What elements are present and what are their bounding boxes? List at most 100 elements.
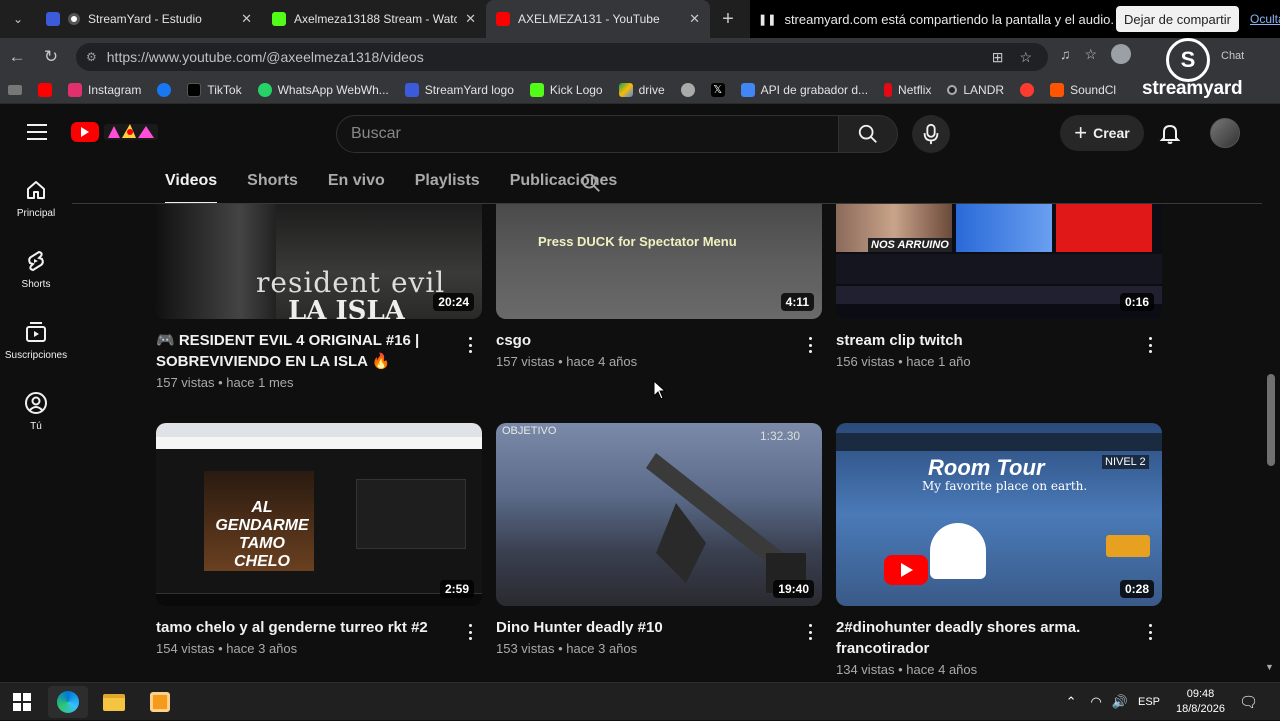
taskbar-edge[interactable] xyxy=(48,686,88,718)
media-icon[interactable]: ♫ xyxy=(1060,46,1071,62)
video-thumbnail[interactable]: OBJETIVO 1:32.30 19:40 xyxy=(496,423,822,606)
notifications-bell-icon[interactable] xyxy=(1158,121,1182,145)
tab-live[interactable]: En vivo xyxy=(328,162,385,204)
bookmark-x[interactable]: 𝕏 xyxy=(703,76,733,104)
bookmark-tiktok[interactable]: TikTok xyxy=(179,76,249,104)
bookmark-instagram[interactable]: Instagram xyxy=(60,76,149,104)
bookmark-soundcloud[interactable]: SoundCl xyxy=(1042,76,1124,104)
video-meta: 153 vistas • hace 3 años xyxy=(496,641,638,656)
video-card[interactable]: Room Tour My favorite place on earth. NI… xyxy=(836,423,1162,677)
video-thumbnail[interactable]: Room Tour My favorite place on earth. NI… xyxy=(836,423,1162,606)
start-button[interactable] xyxy=(2,686,42,718)
chat-label[interactable]: Chat xyxy=(1221,50,1244,62)
video-thumbnail[interactable]: resident evil LA ISLA 20:24 xyxy=(156,204,482,319)
video-card[interactable]: OBJETIVO 1:32.30 19:40 Dino Hunter deadl… xyxy=(496,423,822,656)
whatsapp-icon xyxy=(257,82,272,97)
more-actions-icon[interactable] xyxy=(808,624,812,640)
tab-playlists[interactable]: Playlists xyxy=(415,162,480,204)
more-actions-icon[interactable] xyxy=(468,624,472,640)
bookmark-red-app[interactable] xyxy=(1012,76,1042,104)
bookmark-label: drive xyxy=(638,82,665,97)
install-app-icon[interactable]: ⊞ xyxy=(992,49,1004,66)
tab-shorts[interactable]: Shorts xyxy=(247,162,298,204)
bookmark-kick[interactable]: Kick Logo xyxy=(522,76,611,104)
bookmark-facebook[interactable] xyxy=(149,76,179,104)
profile-avatar[interactable] xyxy=(1111,44,1132,64)
hide-share-link[interactable]: Ocultar xyxy=(1250,12,1280,26)
menu-icon[interactable] xyxy=(27,124,47,140)
site-info-icon[interactable]: ⚙ xyxy=(86,50,97,64)
bookmark-youtube[interactable] xyxy=(30,76,60,104)
close-icon[interactable]: ✕ xyxy=(465,11,476,27)
tab-youtube[interactable]: AXELMEZA131 - YouTube ✕ xyxy=(486,0,710,38)
video-title[interactable]: Dino Hunter deadly #10 xyxy=(496,617,796,638)
wifi-icon[interactable]: ◠ xyxy=(1090,694,1101,710)
youtube-logo[interactable] xyxy=(71,122,99,142)
video-thumbnail[interactable]: Press DUCK for Spectator Menu 4:11 xyxy=(496,204,822,319)
volume-icon[interactable]: 🔊 xyxy=(1112,694,1128,710)
clock-time: 09:48 xyxy=(1186,688,1215,700)
video-card[interactable]: AL GENDARME TAMO CHELO 2:59 tamo chelo y… xyxy=(156,423,482,656)
chevron-up-icon[interactable]: ⌃ xyxy=(1066,694,1077,710)
video-duration: 20:24 xyxy=(433,293,474,311)
bookmark-label: TikTok xyxy=(207,82,242,97)
bookmark-openai[interactable] xyxy=(673,76,703,104)
close-icon[interactable]: ✕ xyxy=(241,11,252,27)
voice-search-button[interactable] xyxy=(912,115,950,153)
more-actions-icon[interactable] xyxy=(1148,624,1152,640)
more-actions-icon[interactable] xyxy=(1148,337,1152,353)
taskbar-app[interactable] xyxy=(140,686,180,718)
video-title[interactable]: 2#dinohunter deadly shores arma. francot… xyxy=(836,617,1136,659)
video-title[interactable]: tamo chelo y al genderne turreo rkt #2 xyxy=(156,617,456,638)
reload-button[interactable]: ↻ xyxy=(34,40,68,74)
bookmark-api-grabador[interactable]: API de grabador d... xyxy=(733,76,876,104)
bookmark-whatsapp[interactable]: WhatsApp WebWh... xyxy=(250,76,397,104)
stop-sharing-button[interactable]: Dejar de compartir xyxy=(1116,6,1239,32)
bookmark-landr[interactable]: LANDR xyxy=(939,76,1012,104)
bookmark-drive[interactable]: drive xyxy=(611,76,673,104)
bookmark-label: LANDR xyxy=(963,82,1005,97)
scroll-down-arrow-icon[interactable]: ▼ xyxy=(1265,662,1274,672)
tab-videos[interactable]: Videos xyxy=(165,162,218,204)
search-button[interactable] xyxy=(838,115,898,153)
account-avatar[interactable] xyxy=(1210,118,1240,148)
video-card[interactable]: NOS ARRUINO 0:16 stream clip twitch 156 … xyxy=(836,204,1162,369)
video-title[interactable]: csgo xyxy=(496,330,796,351)
windows-taskbar: ⌃ ◠ 🔊 ESP 09:48 18/8/2026 🗨 xyxy=(0,682,1280,720)
taskbar-file-explorer[interactable] xyxy=(94,686,134,718)
url-field[interactable]: ⚙ https://www.youtube.com/@axeelmeza1318… xyxy=(76,43,1048,71)
scrollbar-thumb[interactable] xyxy=(1267,374,1275,466)
taskbar-clock[interactable]: 09:48 18/8/2026 xyxy=(1176,687,1225,717)
channel-search-icon[interactable] xyxy=(580,172,602,194)
new-tab-button[interactable]: + xyxy=(710,0,746,38)
back-button[interactable]: ← xyxy=(0,40,34,74)
create-button[interactable]: + Crear xyxy=(1060,115,1144,151)
tab-streamyard[interactable]: StreamYard - Estudio ✕ xyxy=(36,0,262,38)
tab-search-button[interactable]: ⌄ xyxy=(0,0,36,38)
video-card[interactable]: resident evil LA ISLA 20:24 🎮 RESIDENT E… xyxy=(156,204,482,390)
more-actions-icon[interactable] xyxy=(468,337,472,353)
streamyard-icon xyxy=(404,82,419,97)
video-meta: 157 vistas • hace 4 años xyxy=(496,354,638,369)
page-scrollbar[interactable] xyxy=(1262,204,1280,682)
language-indicator[interactable]: ESP xyxy=(1138,696,1160,708)
app-icon xyxy=(150,692,170,712)
notifications-icon[interactable]: 🗨 xyxy=(1239,693,1258,711)
bookmark-netflix[interactable]: Netflix xyxy=(876,76,939,104)
video-thumbnail[interactable]: NOS ARRUINO 0:16 xyxy=(836,204,1162,319)
video-title[interactable]: stream clip twitch xyxy=(836,330,1136,351)
bookmark-star-icon[interactable]: ☆ xyxy=(1019,49,1032,66)
edge-icon xyxy=(57,691,79,713)
windows-logo-icon xyxy=(13,693,31,711)
tab-kick[interactable]: Axelmeza13188 Stream - Watch Li ✕ xyxy=(262,0,486,38)
thumbnail-overlay-text: OBJETIVO xyxy=(502,425,557,437)
more-actions-icon[interactable] xyxy=(808,337,812,353)
video-card[interactable]: Press DUCK for Spectator Menu 4:11 csgo … xyxy=(496,204,822,369)
favorites-icon[interactable]: ☆ xyxy=(1085,46,1098,63)
video-thumbnail[interactable]: AL GENDARME TAMO CHELO 2:59 xyxy=(156,423,482,606)
close-icon[interactable]: ✕ xyxy=(689,11,700,27)
video-title[interactable]: 🎮 RESIDENT EVIL 4 ORIGINAL #16 | SOBREVI… xyxy=(156,330,456,372)
bookmarks-apps-icon[interactable] xyxy=(0,76,30,104)
bookmark-streamyard[interactable]: StreamYard logo xyxy=(397,76,522,104)
search-input[interactable]: Buscar xyxy=(336,115,840,153)
